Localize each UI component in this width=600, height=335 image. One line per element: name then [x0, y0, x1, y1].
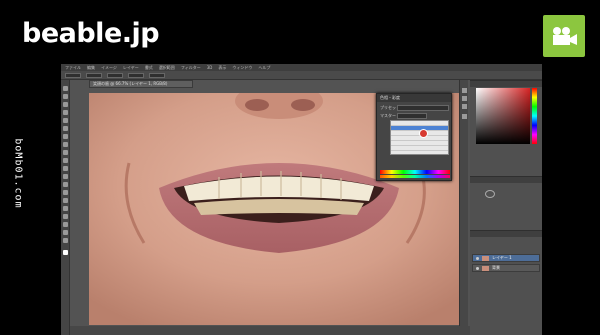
crop-tool-icon[interactable] [63, 118, 68, 123]
foreground-color-swatch[interactable] [63, 250, 68, 255]
quick-select-tool-icon[interactable] [63, 110, 68, 115]
color-picker-field[interactable] [476, 88, 530, 144]
eraser-tool-icon[interactable] [63, 166, 68, 171]
brand-logo: beable.jp [22, 18, 160, 49]
option-field[interactable] [86, 72, 102, 78]
menu-item[interactable]: 3D [207, 65, 213, 70]
move-tool-icon[interactable] [63, 86, 68, 91]
hue-saturation-dialog: 色相・彩度 プリセット マスター [376, 93, 452, 181]
photoshop-window: ファイル 編集 イメージ レイヤー 書式 選択範囲 フィルター 3D 表示 ウィ… [61, 64, 542, 335]
menu-item[interactable]: 編集 [87, 65, 95, 71]
channel-select[interactable] [397, 113, 427, 119]
history-icon[interactable] [462, 88, 467, 93]
menu-item[interactable]: 表示 [218, 65, 226, 71]
preset-select[interactable] [397, 105, 449, 111]
video-camera-icon [543, 15, 585, 57]
history-brush-tool-icon[interactable] [63, 158, 68, 163]
option-field[interactable] [65, 72, 81, 78]
right-panels: レイヤー 1 背景 [470, 80, 542, 335]
menu-item[interactable]: ファイル [65, 65, 81, 71]
layers-panel-tabs[interactable] [470, 230, 542, 237]
eye-icon[interactable] [476, 256, 479, 260]
vertical-site-label: boMb01.com [9, 128, 27, 218]
cursor-marker-icon [419, 129, 428, 138]
marquee-tool-icon[interactable] [63, 94, 68, 99]
shape-tool-icon[interactable] [63, 222, 68, 227]
brush-tool-icon[interactable] [63, 142, 68, 147]
menu-item[interactable]: 書式 [145, 65, 153, 71]
adjustment-list[interactable] [390, 120, 449, 155]
lasso-tool-icon[interactable] [63, 102, 68, 107]
tools-panel [61, 80, 70, 335]
menu-item[interactable]: 選択範囲 [159, 65, 175, 71]
menu-item[interactable]: ウィンドウ [232, 65, 252, 71]
hue-spectrum-bar-adjusted [380, 175, 450, 178]
menu-item[interactable]: イメージ [101, 65, 117, 71]
gradient-tool-icon[interactable] [63, 174, 68, 179]
hue-spectrum-bar [380, 170, 450, 174]
side-text: boMb01.com [12, 137, 24, 209]
layer-name: 背景 [492, 265, 500, 270]
eye-icon[interactable] [476, 266, 479, 270]
option-field[interactable] [149, 72, 165, 78]
status-bar [70, 326, 470, 335]
option-field[interactable] [128, 72, 144, 78]
layer-row[interactable]: レイヤー 1 [472, 254, 540, 262]
menu-bar: ファイル 編集 イメージ レイヤー 書式 選択範囲 フィルター 3D 表示 ウィ… [61, 64, 542, 71]
layer-thumbnail [482, 255, 489, 261]
option-field[interactable] [107, 72, 123, 78]
actions-icon[interactable] [462, 96, 467, 101]
path-select-tool-icon[interactable] [63, 214, 68, 219]
adjustment-layer-icon [485, 190, 495, 198]
layer-thumbnail [482, 265, 489, 271]
menu-item[interactable]: フィルター [181, 65, 201, 71]
panel-icon-strip [459, 80, 468, 326]
color-panel-tabs[interactable] [470, 80, 542, 87]
pen-tool-icon[interactable] [63, 198, 68, 203]
adjustments-panel-tabs[interactable] [470, 176, 542, 183]
healing-tool-icon[interactable] [63, 134, 68, 139]
stamp-tool-icon[interactable] [63, 150, 68, 155]
menu-item[interactable]: ヘルプ [258, 65, 270, 71]
options-bar [61, 71, 542, 80]
hand-tool-icon[interactable] [63, 230, 68, 235]
blur-tool-icon[interactable] [63, 182, 68, 187]
dialog-title: 色相・彩度 [377, 94, 451, 102]
layer-name: レイヤー 1 [492, 255, 512, 260]
type-tool-icon[interactable] [63, 206, 68, 211]
hue-slider[interactable] [532, 88, 537, 144]
info-icon[interactable] [462, 104, 467, 109]
document-tab[interactable]: 笑顔の歯 @ 66.7% (レイヤー 1, RGB/8) [89, 80, 193, 88]
dodge-tool-icon[interactable] [63, 190, 68, 195]
channel-label: マスター [380, 113, 396, 118]
zoom-tool-icon[interactable] [63, 238, 68, 243]
eyedropper-tool-icon[interactable] [63, 126, 68, 131]
brush-panel-icon[interactable] [462, 114, 467, 119]
menu-item[interactable]: レイヤー [123, 65, 139, 71]
layer-row[interactable]: 背景 [472, 264, 540, 272]
